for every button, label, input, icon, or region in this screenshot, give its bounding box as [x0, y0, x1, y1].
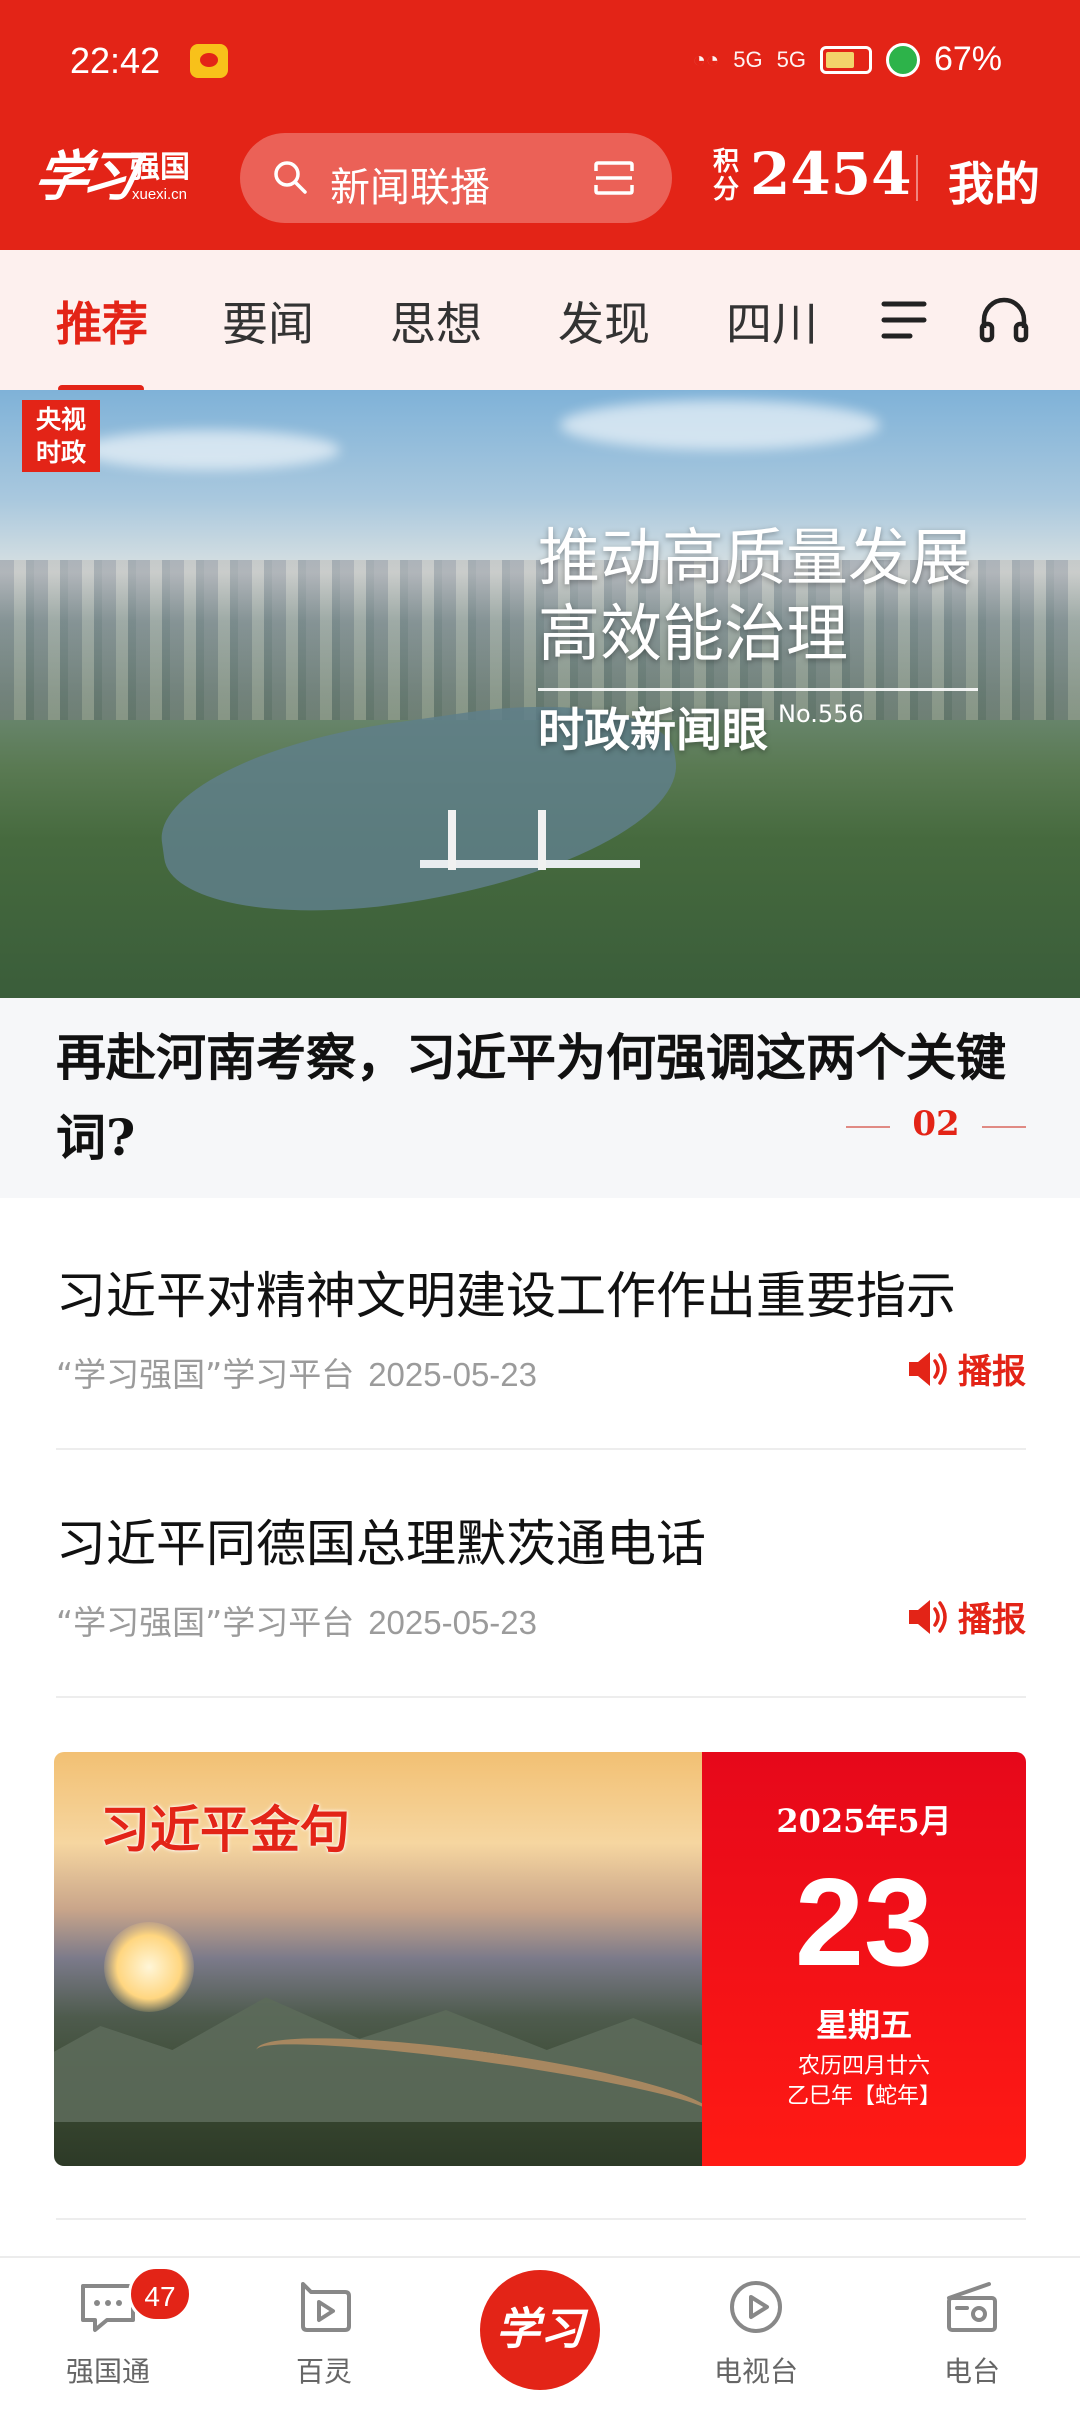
- signal-5g-2: 5G: [776, 46, 806, 72]
- header-divider: [916, 155, 918, 201]
- list-divider: [56, 1448, 1026, 1450]
- signal-5g-1: 5G: [733, 46, 763, 72]
- scan-icon[interactable]: [594, 161, 634, 195]
- quote-card-title: 习近平金句: [100, 1800, 350, 1859]
- battery-icon: [819, 45, 872, 74]
- nav-label: 电视台: [713, 2355, 798, 2388]
- banner-headline-line1: 推动高质量发展: [538, 521, 973, 594]
- news-title[interactable]: 习近平对精神文明建设工作作出重要指示: [56, 1256, 956, 1328]
- broadcast-button[interactable]: 播报: [906, 1592, 1026, 1641]
- news-source-name: “学习强国”学习平台: [56, 1355, 355, 1394]
- xuexi-logo[interactable]: 学习 强国 xuexi.cn: [30, 132, 206, 212]
- nav-radio[interactable]: 电台: [892, 2276, 1052, 2390]
- unread-count-badge: 47: [128, 2266, 192, 2322]
- news-item[interactable]: 习近平对精神文明建设工作作出重要指示 “学习强国”学习平台 2025-05-23 …: [56, 1256, 1026, 1396]
- security-shield-icon: [885, 42, 920, 77]
- xuexi-center-button[interactable]: 学习: [480, 2270, 600, 2390]
- nav-label: 电台: [943, 2355, 1000, 2388]
- lunar-date: 农历四月廿六 乙巳年【蛇年】: [702, 2052, 1026, 2112]
- news-date: 2025-05-23: [368, 1604, 538, 1641]
- points-value[interactable]: 2454: [750, 140, 911, 208]
- logo-text-cn: 强国: [130, 150, 190, 185]
- headphone-icon[interactable]: [978, 294, 1030, 346]
- logo-text-en: xuexi.cn: [132, 186, 188, 203]
- nav-label: 百灵: [295, 2355, 352, 2388]
- banner-cloud: [560, 400, 880, 450]
- sunrise-graphic: [104, 1922, 194, 2012]
- nav-tv[interactable]: 电视台: [676, 2276, 836, 2390]
- hd-signal-icon: ◔◔: [692, 46, 720, 72]
- lunar-date-line1: 农历四月廿六: [797, 2054, 930, 2079]
- tab-discover[interactable]: 发现: [558, 288, 650, 354]
- tab-sichuan[interactable]: 四川: [726, 288, 818, 354]
- battery-percent: 67%: [933, 40, 1002, 78]
- search-icon: [274, 161, 307, 194]
- indicator-line-right: [982, 1126, 1026, 1128]
- status-indicators: ◔◔ 5G 5G 67%: [693, 40, 1002, 79]
- date-panel: 2025年5月 23 星期五 农历四月廿六 乙巳年【蛇年】: [702, 1752, 1026, 2166]
- mine-button[interactable]: 我的: [948, 148, 1040, 214]
- menu-icon[interactable]: [880, 298, 928, 342]
- status-time: 22:42: [70, 40, 161, 81]
- banner-bridge-pylon: [538, 810, 546, 870]
- points-label: 积分: [713, 147, 740, 205]
- cctv-politics-badge: 央视 时政: [22, 400, 100, 472]
- banner-divider: [538, 688, 978, 691]
- great-wall-image: 习近平金句: [54, 1752, 734, 2166]
- weibo-notification-icon: [190, 44, 228, 78]
- indicator-line-left: [846, 1126, 890, 1128]
- app-header: 22:42 ◔◔ 5G 5G 67% 学习 强国 xuexi.cn 新闻联播 积…: [0, 0, 1080, 250]
- banner-subtitle: 时政新闻眼: [538, 703, 768, 757]
- news-date: 2025-05-23: [368, 1356, 538, 1393]
- broadcast-label: 播报: [958, 1600, 1026, 1640]
- news-source: “学习强国”学习平台 2025-05-23: [56, 1596, 537, 1644]
- news-item[interactable]: 习近平同德国总理默茨通电话 “学习强国”学习平台 2025-05-23 播报: [56, 1504, 1026, 1644]
- radio-icon: [947, 2282, 997, 2332]
- speaker-icon: [909, 1599, 947, 1634]
- broadcast-button[interactable]: 播报: [906, 1344, 1026, 1393]
- tab-headlines[interactable]: 要闻: [222, 288, 314, 354]
- banner-headline: 推动高质量发展 高效能治理: [538, 520, 972, 672]
- date-day: 23: [795, 1854, 933, 1992]
- broadcast-label: 播报: [958, 1352, 1026, 1392]
- carousel-page-indicator: 02: [846, 1104, 1026, 1148]
- speaker-icon: [909, 1351, 947, 1386]
- list-divider: [56, 2218, 1026, 2220]
- logo-script: 学习: [29, 144, 137, 208]
- lunar-date-line2: 乙巳年【蛇年】: [786, 2084, 941, 2109]
- tab-recommend[interactable]: 推荐: [56, 288, 148, 354]
- carousel-page-number: 02: [912, 1104, 960, 1144]
- tab-thought[interactable]: 思想: [390, 288, 482, 354]
- status-bar: 22:42 ◔◔ 5G 5G 67%: [0, 0, 1080, 125]
- nav-bailing[interactable]: 百灵: [244, 2276, 404, 2390]
- banner-bridge-pylon: [448, 810, 456, 870]
- date-year-month: 2025年5月: [776, 1802, 952, 1840]
- tv-play-icon: [730, 2281, 782, 2333]
- news-title[interactable]: 习近平同德国总理默茨通电话: [56, 1504, 706, 1576]
- banner-cloud: [80, 430, 340, 470]
- nav-label: 强国通: [65, 2355, 150, 2388]
- list-divider: [56, 1696, 1026, 1698]
- news-source-name: “学习强国”学习平台: [56, 1603, 355, 1642]
- banner-caption[interactable]: 再赴河南考察，习近平为何强调这两个关键词?: [56, 1018, 1036, 1178]
- video-play-icon: [301, 2282, 351, 2332]
- news-source: “学习强国”学习平台 2025-05-23: [56, 1348, 537, 1396]
- banner-issue-number: No.556: [778, 700, 864, 728]
- search-bar[interactable]: 新闻联播: [240, 133, 672, 223]
- badge-line-2: 时政: [35, 438, 86, 467]
- badge-line-1: 央视: [35, 405, 86, 434]
- quote-of-the-day-card[interactable]: 习近平金句 2025年5月 23 星期五 农历四月廿六 乙巳年【蛇年】: [54, 1752, 1026, 2166]
- banner-headline-line2: 高效能治理: [538, 597, 849, 670]
- date-weekday: 星期五: [815, 2006, 912, 2044]
- search-input[interactable]: 新闻联播: [330, 155, 490, 213]
